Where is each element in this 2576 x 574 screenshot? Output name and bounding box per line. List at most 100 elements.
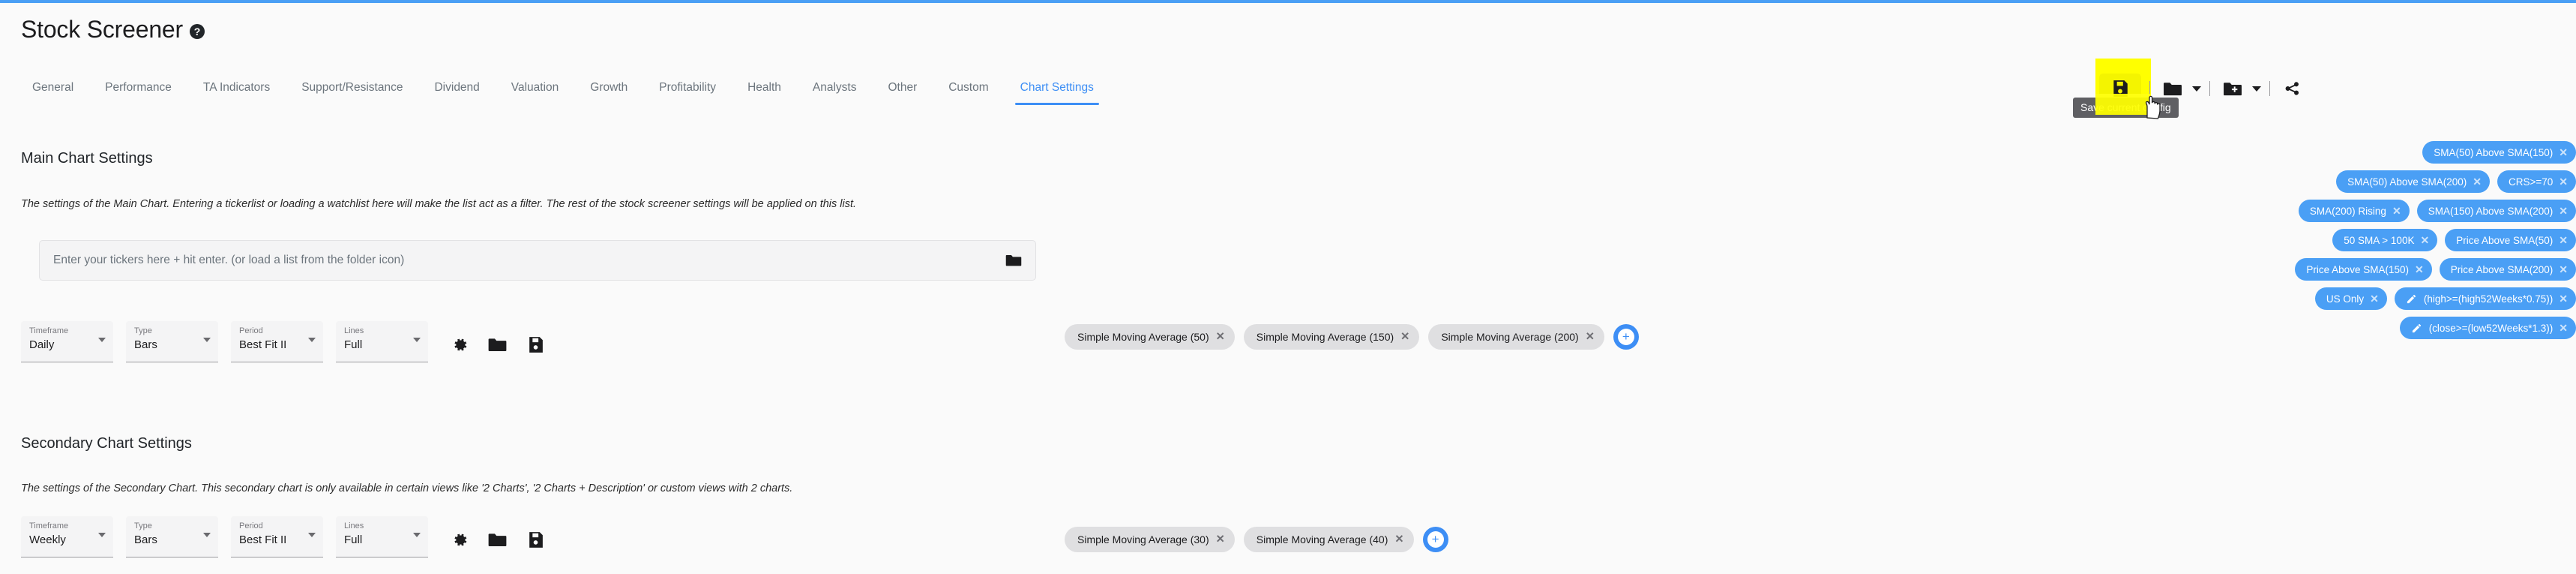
tab-chart-settings[interactable]: Chart Settings (1005, 81, 1110, 105)
remove-filter-icon[interactable]: ✕ (2559, 234, 2568, 247)
remove-filter-icon[interactable]: ✕ (2415, 263, 2424, 276)
filter-chip[interactable]: Price Above SMA(150) ✕ (2295, 258, 2431, 281)
indicator-chip-label: Simple Moving Average (40) (1257, 533, 1388, 545)
indicator-chip-label: Simple Moving Average (30) (1077, 533, 1209, 545)
tab-profitability[interactable]: Profitability (643, 81, 732, 105)
edit-pencil-icon[interactable] (2406, 293, 2417, 305)
tab-valuation[interactable]: Valuation (496, 81, 574, 105)
new-config-chevron-down-icon[interactable] (2252, 86, 2261, 92)
ticker-input[interactable] (53, 254, 1002, 267)
chevron-down-icon[interactable] (308, 338, 316, 342)
secondary-chart-indicators: Simple Moving Average (30)✕Simple Moving… (1065, 527, 1448, 552)
remove-filter-icon[interactable]: ✕ (2392, 205, 2401, 218)
remove-filter-icon[interactable]: ✕ (2559, 263, 2568, 276)
tab-ta-indicators[interactable]: TA Indicators (187, 81, 286, 105)
indicator-chip[interactable]: Simple Moving Average (40) ✕ (1244, 527, 1414, 552)
filter-chip[interactable]: (high>=(high52Weeks*0.75)) ✕ (2395, 287, 2576, 310)
load-watchlist-folder-icon[interactable] (1002, 249, 1025, 272)
tab-custom[interactable]: Custom (933, 81, 1004, 105)
add-indicator-button[interactable]: + (1423, 527, 1448, 552)
select-timeframe[interactable]: TimeframeDaily (21, 321, 113, 362)
edit-pencil-icon[interactable] (2411, 323, 2422, 334)
remove-filter-icon[interactable]: ✕ (2559, 176, 2568, 188)
filter-chip[interactable]: 50 SMA > 100K✕ (2332, 229, 2437, 251)
remove-filter-icon[interactable]: ✕ (2559, 293, 2568, 305)
select-label: Lines (344, 521, 421, 531)
remove-indicator-icon[interactable]: ✕ (1400, 331, 1409, 343)
indicator-chip[interactable]: Simple Moving Average (200) ✕ (1428, 324, 1604, 350)
ticker-input-field[interactable] (39, 240, 1036, 281)
top-accent-rule (0, 0, 2576, 3)
indicator-chip[interactable]: Simple Moving Average (50)✕ (1065, 324, 1235, 350)
filter-chip[interactable]: SMA(200) Rising✕ (2299, 200, 2410, 222)
indicator-chip[interactable]: Simple Moving Average (30) ✕ (1065, 527, 1235, 552)
filter-chip[interactable]: Price Above SMA(200)✕ (2440, 258, 2576, 281)
filter-chip[interactable]: Price Above SMA(50)✕ (2445, 229, 2576, 251)
select-lines[interactable]: LinesFull (336, 321, 428, 362)
tab-analysts[interactable]: Analysts (797, 81, 873, 105)
main-chart-indicators: Simple Moving Average (50)✕ Simple Moving… (1065, 324, 1639, 350)
remove-filter-icon[interactable]: ✕ (2559, 322, 2568, 335)
tab-other[interactable]: Other (872, 81, 933, 105)
select-period[interactable]: PeriodBest Fit II (231, 321, 323, 362)
filter-chip-label: (high>=(high52Weeks*0.75)) (2424, 293, 2553, 305)
filter-chip[interactable]: SMA(50) Above SMA(150) ✕ (2422, 141, 2576, 164)
remove-indicator-icon[interactable]: ✕ (1586, 331, 1595, 343)
save-icon[interactable] (524, 333, 547, 356)
filter-chip[interactable]: (close>=(low52Weeks*1.3)) ✕ (2400, 317, 2576, 339)
remove-indicator-icon[interactable]: ✕ (1216, 331, 1225, 343)
remove-filter-icon[interactable]: ✕ (2473, 176, 2482, 188)
remove-indicator-icon[interactable]: ✕ (1394, 533, 1403, 545)
tab-dividend[interactable]: Dividend (418, 81, 495, 105)
filter-chip[interactable]: CRS>=70✕ (2497, 170, 2576, 193)
main-chart-settings-title: Main Chart Settings (21, 150, 153, 167)
filter-chip-label: Price Above SMA(150) (2306, 264, 2409, 275)
select-type[interactable]: TypeBars (126, 321, 218, 362)
chevron-down-icon[interactable] (98, 533, 106, 537)
chevron-down-icon[interactable] (308, 533, 316, 537)
filter-chip-label: (close>=(low52Weeks*1.3)) (2429, 323, 2554, 334)
save-icon[interactable] (524, 528, 547, 551)
filter-chip-label: SMA(50) Above SMA(150) (2434, 147, 2553, 158)
filter-chip[interactable]: SMA(50) Above SMA(200)✕ (2336, 170, 2490, 193)
select-lines[interactable]: LinesFull (336, 516, 428, 557)
gear-icon[interactable] (448, 528, 470, 551)
share-button[interactable] (2278, 77, 2305, 101)
select-timeframe[interactable]: TimeframeWeekly (21, 516, 113, 557)
tab-growth[interactable]: Growth (574, 81, 643, 105)
tab-general[interactable]: General (16, 81, 89, 105)
filter-chip-label: SMA(150) Above SMA(200) (2428, 206, 2554, 217)
select-label: Type (134, 521, 211, 531)
tab-health[interactable]: Health (732, 81, 797, 105)
folder-icon[interactable] (486, 528, 508, 551)
chevron-down-icon[interactable] (98, 338, 106, 342)
remove-filter-icon[interactable]: ✕ (2559, 146, 2568, 159)
select-label: Timeframe (29, 326, 106, 336)
indicator-chip[interactable]: Simple Moving Average (150)✕ (1244, 324, 1420, 350)
chevron-down-icon[interactable] (413, 338, 421, 342)
add-indicator-button[interactable]: + (1613, 324, 1639, 350)
filter-chip[interactable]: US Only✕ (2315, 287, 2387, 310)
chevron-down-icon[interactable] (203, 533, 211, 537)
chevron-down-icon[interactable] (203, 338, 211, 342)
main-chart-controls: TimeframeDaily TypeBars PeriodBest Fit II L… (21, 321, 547, 362)
remove-filter-icon[interactable]: ✕ (2559, 205, 2568, 218)
remove-filter-icon[interactable]: ✕ (2370, 293, 2379, 305)
filter-chip[interactable]: SMA(150) Above SMA(200) ✕ (2417, 200, 2576, 222)
indicator-chip-label: Simple Moving Average (200) (1441, 331, 1578, 343)
select-period[interactable]: PeriodBest Fit II (231, 516, 323, 557)
remove-filter-icon[interactable]: ✕ (2420, 234, 2429, 247)
gear-icon[interactable] (448, 333, 470, 356)
new-config-button[interactable] (2218, 78, 2247, 100)
load-config-button[interactable] (2158, 78, 2187, 100)
tab-support-resistance[interactable]: Support/Resistance (286, 81, 418, 105)
toolbar-separator (2149, 81, 2150, 96)
remove-indicator-icon[interactable]: ✕ (1216, 533, 1225, 545)
help-icon[interactable]: ? (190, 24, 205, 39)
tab-bar: GeneralPerformanceTA IndicatorsSupport/R… (16, 81, 1110, 105)
folder-icon[interactable] (486, 333, 508, 356)
select-type[interactable]: TypeBars (126, 516, 218, 557)
chevron-down-icon[interactable] (413, 533, 421, 537)
tab-performance[interactable]: Performance (89, 81, 187, 105)
load-config-chevron-down-icon[interactable] (2192, 86, 2201, 92)
